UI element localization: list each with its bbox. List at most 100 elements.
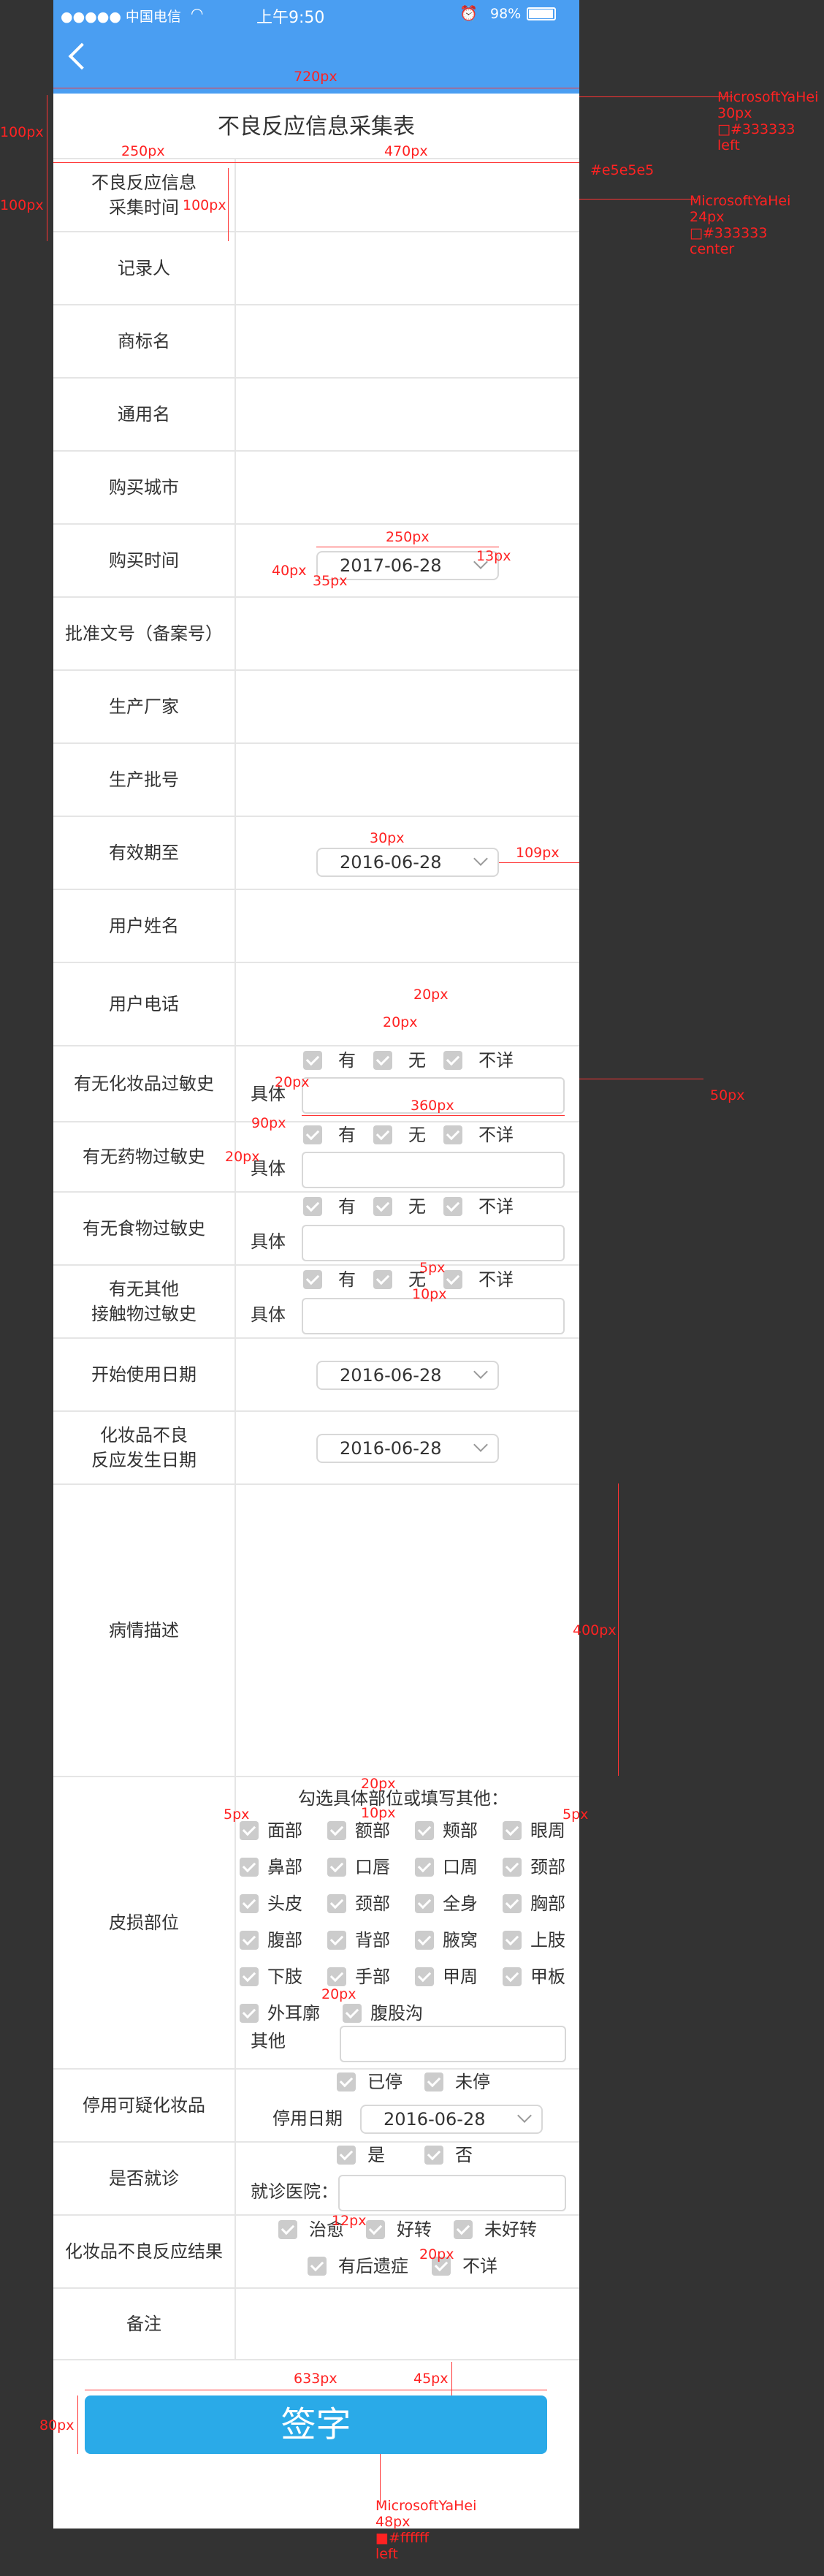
annotation-text: MicrosoftYaHei 30px □#333333 left — [717, 89, 819, 153]
none-label: 无 — [408, 1196, 426, 1217]
batch-field[interactable] — [236, 744, 579, 816]
body-part-label: 腹部 — [267, 1930, 302, 1950]
body-part-checkbox[interactable] — [503, 1967, 522, 1986]
annotation-text: 45px — [413, 2371, 449, 2387]
other-label: 其他 — [251, 2031, 286, 2051]
sequelae-checkbox[interactable] — [308, 2257, 327, 2276]
hospital-input[interactable] — [338, 2175, 566, 2211]
have-checkbox[interactable] — [303, 1270, 322, 1289]
body-part-label: 面部 — [267, 1820, 302, 1841]
body-part-checkbox[interactable] — [240, 2004, 259, 2023]
body-part-label: 背部 — [355, 1930, 390, 1950]
row-stop-use: 停用可疑化妆品 已停 未停 停用日期 2016-06-28 — [53, 2068, 579, 2141]
description-textarea[interactable] — [236, 1485, 579, 1776]
visit-yes-checkbox[interactable] — [337, 2146, 356, 2165]
row-approval: 批准文号（备案号） — [53, 596, 579, 669]
annotation-text: 5px — [562, 1806, 589, 1823]
row-label: 有无其他 接触物过敏史 — [53, 1266, 236, 1337]
row-collect-time: 不良反应信息 采集时间 — [53, 158, 579, 231]
brand-field[interactable] — [236, 305, 579, 377]
row-label: 病情描述 — [53, 1485, 236, 1776]
none-checkbox[interactable] — [373, 1125, 392, 1144]
sign-button[interactable]: 签字 — [85, 2395, 547, 2454]
body-part-checkbox[interactable] — [503, 1931, 522, 1950]
have-checkbox[interactable] — [303, 1051, 322, 1070]
better-checkbox[interactable] — [366, 2220, 385, 2239]
body-part-checkbox[interactable] — [503, 1894, 522, 1913]
body-part-checkbox[interactable] — [415, 1894, 434, 1913]
body-part-checkbox[interactable] — [240, 1967, 259, 1986]
specific-input[interactable] — [302, 1152, 565, 1188]
collect-time-field[interactable] — [236, 159, 579, 231]
annotation-text: 360px — [411, 1098, 454, 1114]
date-value: 2016-06-28 — [340, 1365, 442, 1386]
stop-date-select[interactable]: 2016-06-28 — [360, 2105, 543, 2134]
have-checkbox[interactable] — [303, 1125, 322, 1144]
back-arrow-icon[interactable] — [68, 42, 96, 70]
body-part-checkbox[interactable] — [240, 1858, 259, 1877]
row-label: 生产厂家 — [53, 671, 236, 742]
body-part-label: 下肢 — [267, 1967, 302, 1987]
none-label: 无 — [408, 1050, 426, 1071]
body-part-checkbox[interactable] — [415, 1967, 434, 1986]
approval-field[interactable] — [236, 598, 579, 669]
row-label: 是否就诊 — [53, 2143, 236, 2214]
body-part-checkbox[interactable] — [240, 1821, 259, 1840]
row-generic: 通用名 — [53, 377, 579, 450]
annotation-text: 10px — [361, 1805, 396, 1821]
unknown-checkbox[interactable] — [443, 1051, 462, 1070]
generic-field[interactable] — [236, 379, 579, 450]
row-label: 不良反应信息 采集时间 — [53, 159, 236, 231]
annotation-text: 250px — [121, 143, 165, 159]
row-label: 用户姓名 — [53, 890, 236, 962]
body-part-checkbox[interactable] — [240, 1894, 259, 1913]
expiry-date-select[interactable]: 2016-06-28 — [316, 848, 499, 877]
remark-field[interactable] — [236, 2289, 579, 2359]
cured-checkbox[interactable] — [278, 2220, 297, 2239]
none-checkbox[interactable] — [373, 1051, 392, 1070]
carrier-label: ●●●●● 中国电信 — [61, 9, 181, 25]
body-part-checkbox[interactable] — [327, 1967, 346, 1986]
annotation-line — [302, 1115, 565, 1116]
alarm-icon: ⏰ — [459, 4, 478, 22]
body-part-checkbox[interactable] — [327, 1894, 346, 1913]
body-part-checkbox[interactable] — [327, 1858, 346, 1877]
none-checkbox[interactable] — [373, 1197, 392, 1216]
annotation-text: 20px — [413, 987, 449, 1003]
body-part-label: 颊部 — [443, 1820, 478, 1841]
body-part-checkbox[interactable] — [327, 1821, 346, 1840]
annotation-text: 100px — [0, 197, 44, 213]
annotation-text: 12px — [332, 2213, 367, 2229]
recorder-field[interactable] — [236, 232, 579, 304]
stopped-checkbox[interactable] — [337, 2072, 356, 2091]
body-part-checkbox[interactable] — [240, 1931, 259, 1950]
other-input[interactable] — [340, 2026, 566, 2062]
unknown-checkbox[interactable] — [443, 1125, 462, 1144]
specific-label: 具体 — [251, 1231, 286, 1252]
reaction-date-select[interactable]: 2016-06-28 — [316, 1434, 499, 1463]
body-part-checkbox[interactable] — [503, 1858, 522, 1877]
body-part-checkbox[interactable] — [343, 2004, 362, 2023]
body-part-checkbox[interactable] — [415, 1858, 434, 1877]
not-stopped-checkbox[interactable] — [424, 2072, 443, 2091]
body-part-checkbox[interactable] — [415, 1821, 434, 1840]
body-part-checkbox[interactable] — [327, 1931, 346, 1950]
user-name-field[interactable] — [236, 890, 579, 962]
body-part-checkbox[interactable] — [503, 1821, 522, 1840]
body-part-label: 上肢 — [530, 1930, 565, 1950]
annotation-text: #e5e5e5 — [590, 162, 655, 178]
have-checkbox[interactable] — [303, 1197, 322, 1216]
specific-input[interactable] — [302, 1298, 565, 1334]
user-phone-field[interactable] — [236, 963, 579, 1045]
start-date-select[interactable]: 2016-06-28 — [316, 1361, 499, 1390]
specific-input[interactable] — [302, 1225, 565, 1261]
city-field[interactable] — [236, 452, 579, 523]
row-label: 生产批号 — [53, 744, 236, 816]
body-part-checkbox[interactable] — [415, 1931, 434, 1950]
unknown-checkbox[interactable] — [443, 1197, 462, 1216]
visit-no-checkbox[interactable] — [424, 2146, 443, 2165]
row-label: 化妆品不良 反应发生日期 — [53, 1412, 236, 1483]
manufacturer-field[interactable] — [236, 671, 579, 742]
none-checkbox[interactable] — [373, 1270, 392, 1289]
not-better-checkbox[interactable] — [454, 2220, 473, 2239]
